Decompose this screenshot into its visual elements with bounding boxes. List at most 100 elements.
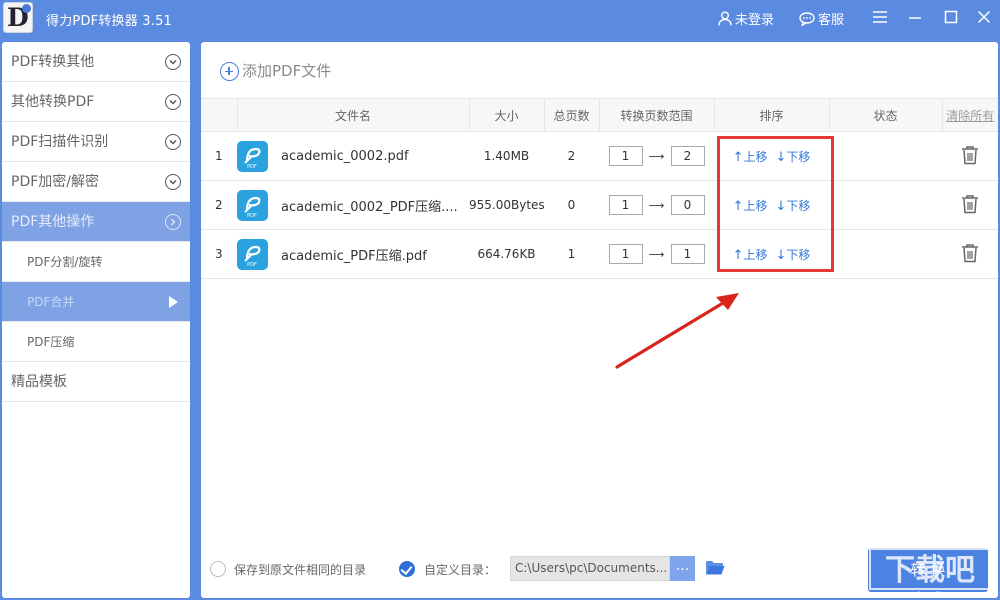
minimize-icon[interactable] xyxy=(907,9,923,25)
red-annotation-arrow-icon xyxy=(615,293,739,369)
range-from-input[interactable]: 1 xyxy=(608,244,643,264)
row-index: 2 xyxy=(201,180,237,230)
delete-cell xyxy=(942,180,998,230)
row-index: 1 xyxy=(201,131,237,181)
sidebar-item-pdf-encrypt[interactable]: PDF加密/解密 xyxy=(2,162,190,202)
highlight-box xyxy=(717,136,834,272)
header-size: 大小 xyxy=(468,98,544,132)
login-label: 未登录 xyxy=(735,13,775,28)
file-size: 664.76KB xyxy=(469,229,544,279)
sidebar-item-pdf-ocr[interactable]: PDF扫描件识别 xyxy=(2,122,190,162)
sidebar-item-templates[interactable]: 精品模板 xyxy=(2,362,190,402)
header-index xyxy=(201,98,237,132)
sidebar-subitem-split-rotate[interactable]: PDF分割/旋转 xyxy=(2,242,190,282)
user-icon xyxy=(718,11,732,30)
range-from-input[interactable]: 1 xyxy=(608,146,643,166)
page-range: 1 ⟶ 0 xyxy=(599,180,714,230)
menu-icon[interactable] xyxy=(872,9,888,25)
sidebar-subitem-label: PDF分割/旋转 xyxy=(27,255,103,269)
svg-text:PDF: PDF xyxy=(247,213,257,219)
header-pages: 总页数 xyxy=(543,98,599,132)
chevron-down-icon xyxy=(165,134,181,150)
file-name-cell: PDF academic_PDF压缩.pdf xyxy=(237,229,469,279)
page-range: 1 ⟶ 1 xyxy=(599,229,714,279)
range-arrow-icon: ⟶ xyxy=(648,198,665,212)
range-from-input[interactable]: 1 xyxy=(608,195,643,215)
header-sort: 排序 xyxy=(713,98,829,132)
file-name-cell: PDF academic_0002_PDF压缩.... xyxy=(237,180,469,230)
sidebar-item-label: PDF加密/解密 xyxy=(11,174,99,190)
row-index: 3 xyxy=(201,229,237,279)
table-row: 1 PDF academic_0002.pdf 1.40MB 2 1 ⟶ 2 ↑上移 ↓… xyxy=(201,131,998,181)
delete-cell xyxy=(942,229,998,279)
selected-arrow-icon xyxy=(169,296,178,308)
output-path-field[interactable]: C:\Users\pc\Documents... xyxy=(510,556,670,581)
sidebar-subitem-label: PDF压缩 xyxy=(27,335,75,349)
file-size: 955.00Bytes xyxy=(469,180,545,230)
sidebar-item-pdf-other-ops[interactable]: PDF其他操作 xyxy=(2,202,190,242)
folder-icon[interactable] xyxy=(705,559,725,580)
trash-icon[interactable] xyxy=(961,194,979,214)
header-range: 转换页数范围 xyxy=(598,98,714,132)
range-to-input[interactable]: 1 xyxy=(670,244,705,264)
header-status: 状态 xyxy=(828,98,942,132)
svg-text:PDF: PDF xyxy=(247,262,257,268)
file-size: 1.40MB xyxy=(469,131,544,181)
page-count: 1 xyxy=(544,229,599,279)
file-name: academic_PDF压缩.pdf xyxy=(281,248,427,264)
custom-dir-radio[interactable] xyxy=(399,561,415,577)
range-to-input[interactable]: 2 xyxy=(670,146,705,166)
sidebar-subitem-compress[interactable]: PDF压缩 xyxy=(2,322,190,362)
sidebar-subitem-label: PDF合并 xyxy=(27,295,75,309)
chevron-right-icon xyxy=(165,214,181,230)
sidebar-item-pdf-to-other[interactable]: PDF转换其他 xyxy=(2,42,190,82)
maximize-icon[interactable] xyxy=(943,9,959,25)
range-to-input[interactable]: 0 xyxy=(670,195,705,215)
header-filename: 文件名 xyxy=(236,98,469,132)
browse-path-button[interactable]: ... xyxy=(670,556,695,581)
watermark-logo: 下载吧 www.xiazaiba.com xyxy=(869,548,991,600)
same-dir-radio[interactable] xyxy=(210,561,226,577)
clear-all-header: 清除所有 xyxy=(941,98,998,132)
chevron-down-icon xyxy=(165,94,181,110)
login-button[interactable]: 未登录 xyxy=(718,9,774,30)
page-range: 1 ⟶ 2 xyxy=(599,131,714,181)
app-logo-icon: D xyxy=(3,2,33,33)
page-count: 2 xyxy=(544,131,599,181)
pdf-file-icon: PDF xyxy=(237,189,268,221)
sidebar: PDF转换其他 其他转换PDF PDF扫描件识别 PDF加密/解密 PDF其他操… xyxy=(2,42,190,598)
table-row: 3 PDF academic_PDF压缩.pdf 664.76KB 1 1 ⟶ 1 ↑… xyxy=(201,229,998,279)
chevron-down-icon xyxy=(165,54,181,70)
sidebar-item-other-to-pdf[interactable]: 其他转换PDF xyxy=(2,82,190,122)
trash-icon[interactable] xyxy=(961,145,979,165)
sidebar-item-label: PDF转换其他 xyxy=(11,54,95,70)
custom-dir-label: 自定义目录： xyxy=(424,563,497,577)
range-arrow-icon: ⟶ xyxy=(648,149,665,163)
table-header-row: 文件名 大小 总页数 转换页数范围 排序 状态 清除所有 xyxy=(201,98,998,132)
app-title: 得力PDF转换器 3.51 xyxy=(46,14,173,29)
svg-text:下载吧: 下载吧 xyxy=(885,553,975,588)
file-table: 文件名 大小 总页数 转换页数范围 排序 状态 清除所有 1 PDF academ… xyxy=(201,98,998,279)
clear-all-link[interactable]: 清除所有 xyxy=(946,109,994,123)
page-count: 0 xyxy=(544,180,599,230)
customer-service-button[interactable]: 客服 xyxy=(799,9,844,30)
sidebar-item-label: 精品模板 xyxy=(11,374,67,390)
svg-text:PDF: PDF xyxy=(247,164,257,170)
file-name: academic_0002.pdf xyxy=(281,148,409,164)
chevron-down-icon xyxy=(165,174,181,190)
sidebar-item-label: PDF其他操作 xyxy=(11,214,95,230)
chat-icon xyxy=(799,11,815,30)
status-cell xyxy=(829,229,942,279)
add-pdf-button[interactable]: 添加PDF文件 xyxy=(220,60,331,81)
sidebar-item-label: 其他转换PDF xyxy=(11,94,95,110)
file-name: academic_0002_PDF压缩.... xyxy=(281,199,458,215)
trash-icon[interactable] xyxy=(961,243,979,263)
close-icon[interactable] xyxy=(976,9,992,25)
status-cell xyxy=(829,131,942,181)
title-bar: D 得力PDF转换器 3.51 未登录 客服 xyxy=(0,0,1000,37)
customer-service-label: 客服 xyxy=(818,13,845,28)
add-pdf-label: 添加PDF文件 xyxy=(242,62,332,80)
pdf-file-icon: PDF xyxy=(237,140,268,172)
sidebar-subitem-merge[interactable]: PDF合并 xyxy=(2,282,190,322)
add-circle-icon xyxy=(220,62,239,81)
